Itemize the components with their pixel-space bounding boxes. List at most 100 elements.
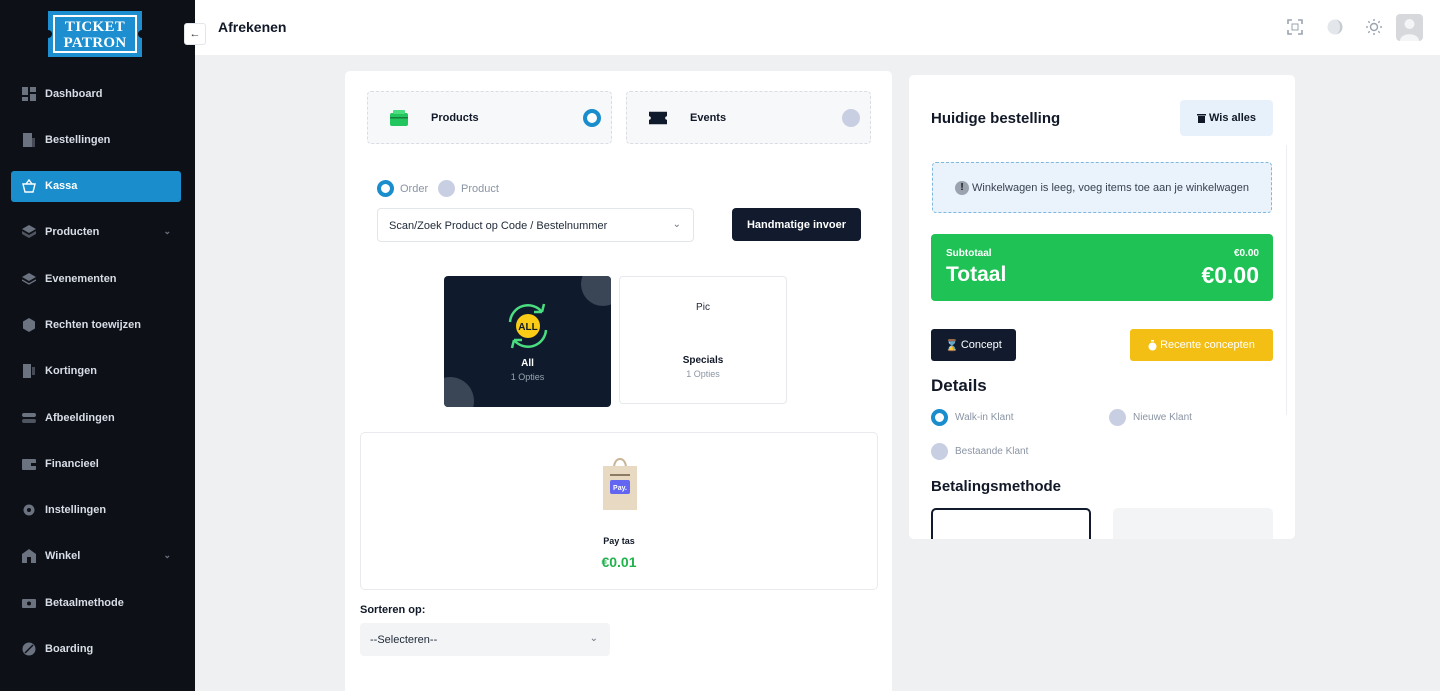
total-label: Totaal	[946, 263, 1007, 286]
product-card-pay-tas[interactable]: Pay. Pay tas €0.01	[360, 432, 878, 590]
order-title: Huidige bestelling	[931, 110, 1061, 127]
sidebar-item-rechten-toewijzen[interactable]: Rechten toewijzen	[11, 309, 181, 340]
radio-order[interactable]	[377, 180, 394, 197]
concept-label: Concept	[960, 339, 1002, 351]
recent-concepts-label: Recente concepten	[1160, 339, 1255, 351]
orders-icon	[23, 132, 35, 147]
trash-icon	[1197, 114, 1206, 123]
radio-existing[interactable]	[931, 443, 948, 460]
sort-select[interactable]: --Selecteren-- ⌄	[360, 623, 610, 656]
sidebar-item-kortingen[interactable]: Kortingen	[11, 356, 181, 387]
shop-icon	[22, 549, 36, 564]
sidebar-item-label: Instellingen	[45, 504, 107, 517]
radio-walk-in[interactable]	[931, 409, 948, 426]
stopwatch-icon	[1148, 339, 1157, 350]
clear-all-button[interactable]: Wis alles	[1180, 100, 1273, 136]
sidebar-item-label: Financieel	[45, 457, 99, 470]
sidebar-item-producten[interactable]: Producten ⌄	[11, 217, 181, 248]
sidebar-item-label: Kassa	[45, 180, 78, 193]
basket-icon	[22, 179, 36, 193]
type-tile-events[interactable]: Events	[626, 91, 871, 144]
sidebar-item-label: Producten	[45, 226, 100, 239]
type-label: Events	[690, 112, 727, 124]
ticketpatron-logo[interactable]: TICKET PATRON	[44, 11, 146, 57]
sidebar-nav: Dashboard Bestellingen Kassa Producten ⌄…	[11, 78, 181, 680]
empty-cart-message: Winkelwagen is leeg, voeg items toe aan …	[972, 181, 1249, 194]
page-title: Afrekenen	[218, 19, 287, 35]
customer-radio-walk-in[interactable]: Walk-in Klant	[931, 409, 1014, 426]
sidebar-item-label: Boarding	[45, 643, 94, 656]
scrollbar-track[interactable]	[1286, 145, 1287, 415]
chevron-down-icon: ⌄	[163, 225, 171, 236]
sidebar-item-label: Kortingen	[45, 365, 97, 378]
sidebar-item-boarding[interactable]: Boarding	[11, 634, 181, 665]
hourglass-icon: ⌛	[945, 339, 959, 352]
fullscreen-icon[interactable]	[1286, 18, 1304, 36]
payment-icon	[22, 598, 36, 608]
customer-radio-existing[interactable]: Bestaande Klant	[931, 443, 1028, 460]
sidebar-item-label: Evenementen	[45, 272, 117, 285]
customer-option-label: Bestaande Klant	[955, 446, 1029, 457]
details-title: Details	[931, 376, 987, 395]
subtotal-label: Subtotaal	[946, 248, 992, 259]
sun-icon[interactable]	[1365, 18, 1383, 36]
recent-concepts-button[interactable]: Recente concepten	[1130, 329, 1273, 361]
tote-bag-image: Pay.	[603, 458, 637, 510]
collapse-sidebar-button[interactable]: ←	[184, 23, 206, 45]
clear-all-label: Wis alles	[1209, 112, 1256, 124]
type-tile-products[interactable]: Products	[367, 91, 612, 144]
sidebar: TICKET PATRON Dashboard Bestellingen Kas…	[0, 0, 195, 691]
sidebar-item-betaalmethode[interactable]: Betaalmethode	[11, 587, 181, 618]
empty-cart-alert: ! Winkelwagen is leeg, voeg items toe aa…	[932, 162, 1272, 213]
user-avatar[interactable]	[1396, 14, 1423, 41]
radio-new[interactable]	[1109, 409, 1126, 426]
arrow-left-icon: ←	[189, 28, 201, 40]
category-tile-specials[interactable]: Pic Specials 1 Opties	[619, 276, 787, 404]
sidebar-item-bestellingen[interactable]: Bestellingen	[11, 124, 181, 155]
mode-label: Product	[461, 182, 499, 195]
sidebar-item-instellingen[interactable]: Instellingen	[11, 495, 181, 526]
category-tile-all[interactable]: ALL All 1 Opties	[444, 276, 611, 407]
refresh-all-icon: ALL	[508, 303, 548, 349]
search-placeholder: Scan/Zoek Product op Code / Bestelnummer	[389, 220, 608, 232]
mode-radio-product[interactable]: Product	[438, 180, 499, 197]
subtotal-value: €0.00	[1233, 248, 1259, 259]
category-badge: ALL	[518, 322, 537, 333]
image-icon	[22, 412, 36, 423]
manual-entry-button[interactable]: Handmatige invoer	[732, 208, 861, 241]
product-selection-panel: Products Events Order Product Scan/Zoek …	[345, 71, 892, 691]
product-name: Pay tas	[603, 536, 635, 546]
category-options: 1 Opties	[686, 369, 720, 379]
mode-radio-order[interactable]: Order	[377, 180, 428, 197]
chevron-down-icon: ⌄	[163, 549, 171, 560]
chevron-down-icon: ⌄	[672, 219, 681, 230]
layers-icon	[22, 272, 36, 285]
dashboard-icon	[22, 86, 36, 101]
radio-product[interactable]	[438, 180, 455, 197]
customer-radio-new[interactable]: Nieuwe Klant	[1109, 409, 1192, 426]
sidebar-item-afbeeldingen[interactable]: Afbeeldingen	[11, 402, 181, 433]
product-search-select[interactable]: Scan/Zoek Product op Code / Bestelnummer…	[377, 208, 694, 242]
type-radio-events[interactable]	[842, 109, 860, 127]
category-name: Specials	[682, 355, 724, 366]
ticket-icon	[649, 111, 667, 125]
sidebar-item-evenementen[interactable]: Evenementen	[11, 263, 181, 294]
top-header: Afrekenen	[195, 0, 1440, 55]
box-icon	[22, 225, 36, 239]
sidebar-item-financieel[interactable]: Financieel	[11, 448, 181, 479]
payment-option-1[interactable]	[931, 508, 1091, 539]
logo-line-1: TICKET	[64, 19, 126, 35]
type-radio-products[interactable]	[583, 109, 601, 127]
sort-value: --Selecteren--	[370, 634, 438, 646]
rocket-icon	[22, 642, 36, 656]
current-order-panel: Huidige bestelling Wis alles ! Winkelwag…	[909, 75, 1295, 539]
sidebar-item-winkel[interactable]: Winkel ⌄	[11, 541, 181, 572]
chevron-down-icon: ⌄	[589, 633, 598, 644]
dark-mode-icon[interactable]	[1326, 18, 1344, 36]
sidebar-item-dashboard[interactable]: Dashboard	[11, 78, 181, 109]
warning-icon: !	[955, 180, 969, 195]
concept-button[interactable]: ⌛ Concept	[931, 329, 1016, 361]
payment-option-2[interactable]	[1113, 508, 1273, 539]
cube-icon	[23, 317, 35, 332]
sidebar-item-kassa[interactable]: Kassa	[11, 170, 181, 202]
